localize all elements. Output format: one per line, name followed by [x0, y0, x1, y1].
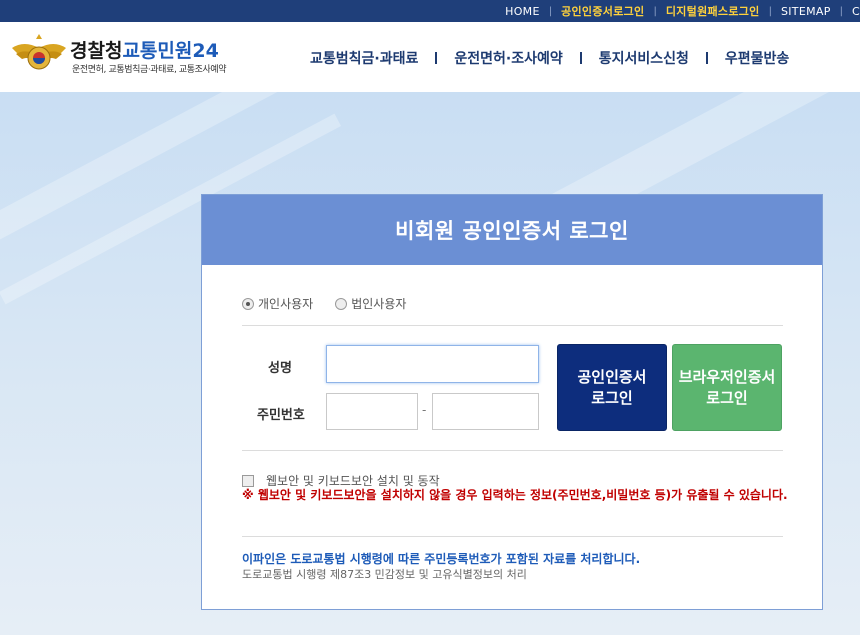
main-navigation: 교통범칙금·과태료 운전면허·조사예약 통지서비스신청 우편물반송: [310, 48, 789, 68]
rrn-separator: -: [422, 403, 427, 417]
sitemap-link[interactable]: SITEMAP: [781, 5, 831, 18]
nav-divider: [705, 52, 708, 64]
browser-cert-button-line2: 로그인: [706, 388, 748, 407]
utility-links: HOME | 공인인증서로그인 | 디지털원패스로그인 | SITEMAP | …: [505, 0, 860, 22]
user-type-group: 개인사용자 법인사용자: [242, 295, 428, 312]
divider: [242, 450, 783, 451]
utility-separator: |: [768, 5, 772, 17]
divider: [242, 325, 783, 326]
nav-license-reservation[interactable]: 운전면허·조사예약: [454, 48, 562, 68]
nav-divider: [435, 52, 438, 64]
top-utility-bar: HOME | 공인인증서로그인 | 디지털원패스로그인 | SITEMAP | …: [0, 0, 860, 22]
individual-user-radio[interactable]: 개인사용자: [242, 295, 313, 312]
nav-traffic-fines[interactable]: 교통범칙금·과태료: [310, 48, 418, 68]
login-title: 비회원 공인인증서 로그인: [395, 219, 629, 243]
logo-service: 교통민원24: [122, 40, 219, 62]
privacy-notice: 이파인은 도로교통법 시행령에 따른 주민등록번호가 포함된 자료를 처리합니다…: [242, 552, 641, 566]
home-link[interactable]: HOME: [505, 5, 540, 18]
rrn-label: 주민번호: [257, 408, 305, 423]
divider: [242, 536, 783, 537]
nav-notification-service[interactable]: 통지서비스신청: [599, 48, 689, 68]
utility-separator: |: [548, 5, 553, 17]
site-logo[interactable]: 경찰청교통민원24 운전면허, 교통범칙금·과태료, 교통조사예약: [10, 34, 250, 84]
cert-login-button-line1: 공인인증서: [577, 367, 647, 386]
radio-unselected-icon[interactable]: [335, 297, 348, 310]
police-emblem-icon: [12, 34, 66, 70]
logo-org: 경찰청: [70, 40, 123, 62]
name-input[interactable]: [326, 345, 539, 383]
logo-tagline: 운전면허, 교통범칙금·과태료, 교통조사예약: [72, 65, 227, 75]
security-warning: ※ 웹보안 및 키보드보안을 설치하지 않을 경우 입력하는 정보(주민번호,비…: [242, 488, 788, 502]
rrn-back-input[interactable]: [432, 393, 539, 430]
name-label: 성명: [268, 361, 292, 376]
checkbox-icon[interactable]: [242, 474, 254, 487]
truncated-link[interactable]: C: [852, 5, 860, 18]
rrn-front-input[interactable]: [326, 393, 418, 430]
nav-divider: [579, 52, 582, 64]
login-panel-header: 비회원 공인인증서 로그인: [202, 195, 822, 265]
legal-basis-text: 도로교통법 시행령 제87조3 민감정보 및 고유식별정보의 처리: [242, 568, 527, 581]
cert-login-button[interactable]: 공인인증서 로그인: [557, 344, 667, 431]
browser-cert-button-line1: 브라우저인증서: [678, 367, 776, 386]
cert-login-link[interactable]: 공인인증서로그인: [561, 3, 644, 19]
logo-title: 경찰청교통민원24: [70, 36, 219, 63]
utility-separator: |: [839, 5, 844, 17]
radio-selected-icon[interactable]: [242, 297, 254, 310]
utility-separator: |: [653, 5, 657, 17]
corporate-user-label: 법인사용자: [351, 297, 407, 311]
individual-user-label: 개인사용자: [258, 297, 314, 311]
nav-mail-return[interactable]: 우편물반송: [725, 48, 789, 68]
digital-onepass-login-link[interactable]: 디지털원패스로그인: [666, 3, 760, 19]
browser-cert-login-button[interactable]: 브라우저인증서 로그인: [672, 344, 782, 431]
corporate-user-radio[interactable]: 법인사용자: [335, 295, 406, 312]
site-header: 경찰청교통민원24 운전면허, 교통범칙금·과태료, 교통조사예약 교통범칙금·…: [0, 22, 860, 92]
cert-login-button-line2: 로그인: [591, 388, 633, 407]
login-panel: 비회원 공인인증서 로그인 개인사용자 법인사용자 성명 주민번호 - 공인인증…: [201, 194, 823, 610]
